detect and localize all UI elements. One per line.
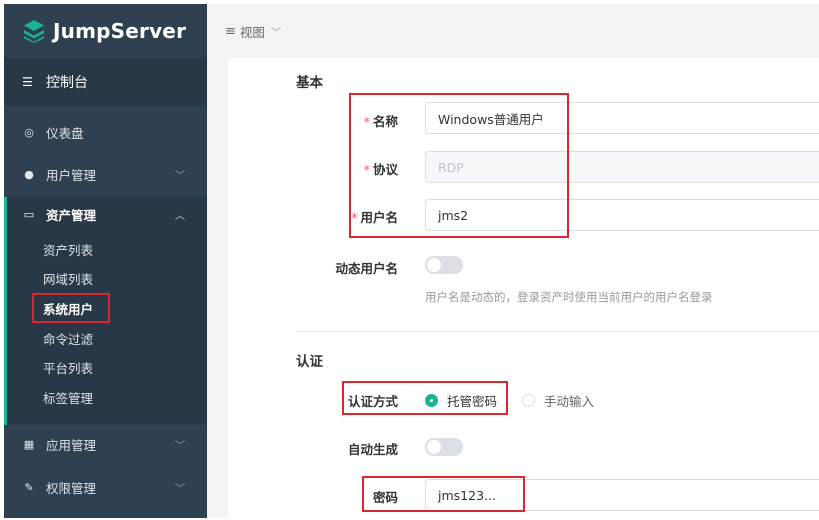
top-bar: ≡ 视图 ﹀ — [207, 4, 819, 58]
brand-name: JumpServer — [53, 19, 187, 43]
logo[interactable]: JumpServer — [4, 4, 207, 58]
sliders-icon: ☰ — [22, 75, 33, 89]
sidebar-sub-domain-list[interactable]: 网域列表 — [43, 269, 93, 288]
divider — [296, 331, 819, 332]
dynamic-username-help: 用户名是动态的，登录资产时使用当前用户的用户名登录 — [425, 290, 713, 304]
sidebar-item-label: 应用管理 — [46, 437, 97, 453]
sidebar-sub-label-management[interactable]: 标签管理 — [43, 388, 93, 407]
dynamic-username-label: 动态用户名 — [335, 261, 398, 276]
chevron-down-icon: ﹀ — [175, 483, 185, 495]
sidebar-item-applications[interactable]: ▦ 应用管理 ﹀ — [4, 423, 207, 465]
sidebar-sub-asset-list[interactable]: 资产列表 — [43, 240, 93, 259]
highlight-box — [362, 476, 525, 512]
menu-icon: ≡ — [225, 23, 236, 39]
radio-label: 手动输入 — [544, 394, 595, 409]
sidebar: JumpServer ☰ 控制台 ◎ 仪表盘 ● 用户管理 ﹀ ▭ 资产管理 ︿… — [4, 4, 207, 518]
radio-manual-input[interactable]: 手动输入 — [522, 391, 594, 410]
users-icon: ● — [24, 167, 34, 181]
highlight-box — [32, 293, 110, 323]
chevron-down-icon: ﹀ — [270, 27, 281, 39]
auto-generate-label: 自动生成 — [347, 442, 398, 457]
radio-unchecked-icon — [522, 394, 535, 407]
auto-generate-switch[interactable] — [425, 438, 463, 456]
chevron-down-icon: ﹀ — [175, 440, 185, 452]
edit-icon: ✎ — [24, 480, 34, 494]
dashboard-icon: ◎ — [24, 125, 34, 139]
jumpserver-logo-icon — [24, 20, 44, 43]
chevron-down-icon: ﹀ — [175, 170, 185, 182]
highlight-box — [342, 381, 508, 415]
console-switcher[interactable]: ☰ 控制台 — [4, 58, 207, 106]
switch-knob — [427, 258, 441, 272]
app-window: JumpServer ☰ 控制台 ◎ 仪表盘 ● 用户管理 ﹀ ▭ 资产管理 ︿… — [0, 0, 819, 520]
grid-icon: ▦ — [23, 437, 35, 451]
sidebar-item-assets[interactable]: ▭ 资产管理 ︿ — [4, 194, 207, 234]
sidebar-item-label: 权限管理 — [46, 480, 97, 496]
inbox-icon: ▭ — [23, 207, 35, 221]
chevron-up-icon: ︿ — [175, 210, 185, 222]
sidebar-item-label: 仪表盘 — [46, 125, 84, 141]
highlight-box — [349, 93, 569, 238]
sidebar-item-dashboard[interactable]: ◎ 仪表盘 — [4, 112, 207, 152]
view-menu[interactable]: 视图 — [240, 22, 265, 41]
section-title-basic: 基本 — [296, 75, 323, 91]
sidebar-item-permissions[interactable]: ✎ 权限管理 ﹀ — [4, 466, 207, 508]
switch-knob — [427, 440, 441, 454]
section-title-auth: 认证 — [296, 354, 323, 370]
sidebar-item-label: 用户管理 — [46, 167, 97, 183]
sidebar-item-users[interactable]: ● 用户管理 ﹀ — [4, 154, 207, 194]
dynamic-username-switch[interactable] — [425, 256, 463, 274]
console-label: 控制台 — [46, 75, 88, 91]
sidebar-sub-command-filter[interactable]: 命令过滤 — [43, 329, 93, 348]
sidebar-sub-platform-list[interactable]: 平台列表 — [43, 358, 93, 377]
sidebar-item-label: 资产管理 — [46, 207, 97, 223]
